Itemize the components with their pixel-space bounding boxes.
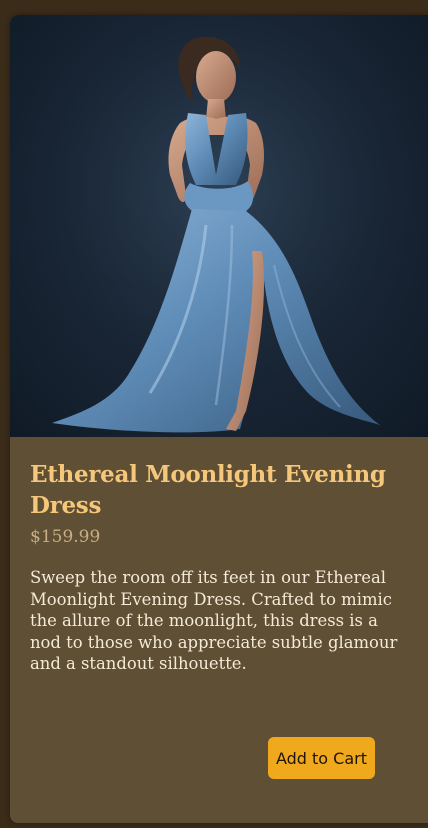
product-info: Ethereal Moonlight Evening Dress $159.99…	[30, 459, 410, 691]
product-description: Sweep the room off its feet in our Ether…	[30, 568, 398, 673]
product-card: Ethereal Moonlight Evening Dress $159.99…	[10, 15, 428, 823]
product-title: Ethereal Moonlight Evening Dress	[30, 461, 386, 519]
page: Ethereal Moonlight Evening Dress $159.99…	[0, 0, 428, 828]
product-price: $159.99	[30, 527, 101, 547]
product-image[interactable]	[10, 15, 428, 437]
add-to-cart-button[interactable]: Add to Cart	[268, 737, 375, 779]
dress-illustration	[10, 15, 428, 437]
